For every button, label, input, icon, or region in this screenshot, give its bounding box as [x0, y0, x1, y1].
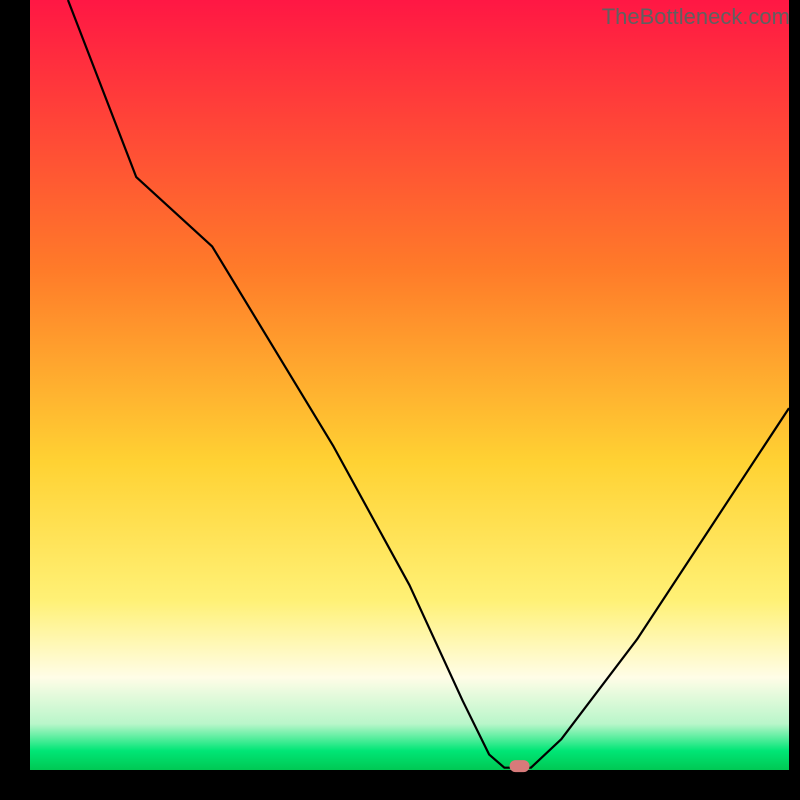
bottleneck-chart	[0, 0, 800, 800]
chart-container: TheBottleneck.com	[0, 0, 800, 800]
optimal-marker	[510, 760, 530, 772]
heat-background	[30, 0, 789, 770]
watermark-text: TheBottleneck.com	[602, 4, 790, 30]
